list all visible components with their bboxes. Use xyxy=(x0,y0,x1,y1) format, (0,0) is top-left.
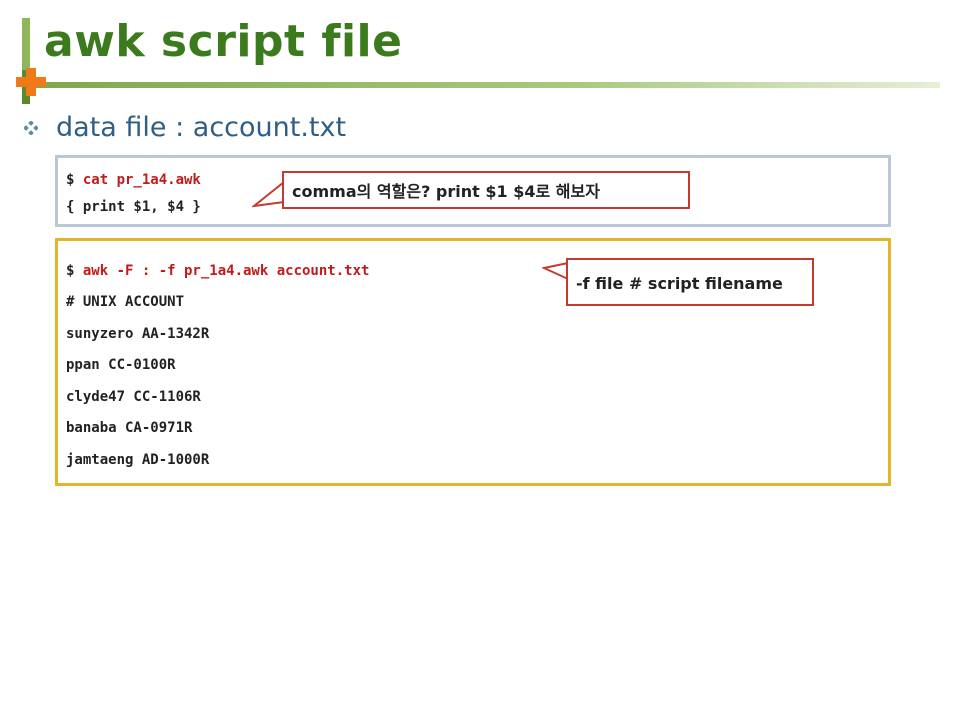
prompt: $ xyxy=(66,172,83,188)
callout-pointer xyxy=(252,180,286,208)
cat-command: cat pr_1a4.awk xyxy=(82,172,201,188)
orange-cross-icon-horizontal xyxy=(16,77,46,87)
awk-command: awk -F : -f pr_1a4.awk account.txt xyxy=(82,263,370,279)
output-line: # UNIX ACCOUNT xyxy=(66,294,185,310)
bullet-text: data file : account.txt xyxy=(56,112,347,143)
four-diamond-bullet-icon xyxy=(24,121,38,135)
f-option-callout: -f file # script filename xyxy=(566,258,814,306)
cat-command-line: $ cat pr_1a4.awk xyxy=(66,172,201,188)
output-line: jamtaeng AD-1000R xyxy=(66,452,210,468)
prompt: $ xyxy=(66,263,83,279)
awk-command-line: $ awk -F : -f pr_1a4.awk account.txt xyxy=(66,263,369,279)
slide-title: awk script file xyxy=(44,16,403,67)
title-underline xyxy=(30,82,940,88)
output-line: ppan CC-0100R xyxy=(66,357,176,373)
comma-question-callout: comma의 역할은? print $1 $4로 해보자 xyxy=(282,171,690,209)
output-line: sunyzero AA-1342R xyxy=(66,326,210,342)
output-line: clyde47 CC-1106R xyxy=(66,389,201,405)
output-line: banaba CA-0971R xyxy=(66,420,193,436)
script-content-line: { print $1, $4 } xyxy=(66,199,201,215)
